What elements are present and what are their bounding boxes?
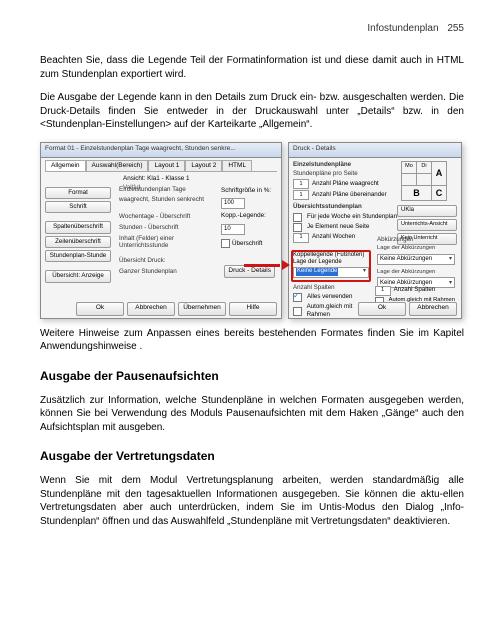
schrift-button[interactable]: Schrift [45,201,111,213]
format-dialog: Format 01 - Einzelstundenplan Tage waagr… [40,142,282,319]
cancel-button-left[interactable]: Abbrechen [127,302,175,316]
anzahl-spalten-label: Anzahl Spalten [293,284,373,292]
tab-auswahl[interactable]: Auswahl(Bereich) [86,160,149,172]
ok-button-right[interactable]: Ok [358,302,406,316]
alles-verwenden-label: Alles verwenden [307,293,352,301]
tab-layout1[interactable]: Layout 1 [148,160,185,172]
paragraph-4: Zusätzlich zur Information, welche Stund… [40,394,464,435]
heading-vertretungsdaten: Ausgabe der Vertretungsdaten [40,448,464,464]
page-header: Infostundenplan 255 [367,22,464,36]
anzahl-senkrecht-input[interactable]: 1 [293,190,309,200]
ganzer-stundenplan-label: Ganzer Stundenplan [119,269,217,276]
lage-legende-label: Lage der Legende [293,259,371,267]
lage-abk-label: Lage der Abkürzungen [377,245,457,253]
jede-woche-checkbox[interactable] [293,213,302,222]
abkuerzungen-label: Abkürzungen [377,236,457,244]
stunden-label: Stunden - Überschrift [119,225,217,232]
je-element-label: Je Element neue Seite [307,223,369,231]
paragraph-3: Weitere Hinweise zum Anpassen eines bere… [40,327,464,354]
preview-label: Ansicht: Kla1 - Klasse 1 [123,175,277,184]
druck-details-dialog: Druck - Details MoDiA BC Einzelstundenpl… [288,142,462,319]
uebersicht-druck-label: Übersicht Druck: [119,258,217,265]
layout-preview-grid: MoDiA BC [401,161,457,201]
tab-layout2[interactable]: Layout 2 [185,160,222,172]
spaltenueberschrift-button[interactable]: Spaltenüberschrift [45,221,111,233]
kopp-legende-label: Kopp.-Legende: [221,212,275,221]
page-number: 255 [447,23,464,34]
tab-html[interactable]: HTML [222,160,252,172]
zeilenueberschrift-button[interactable]: Zeilenüberschrift [45,236,111,248]
anzahl-senkrecht-label: Anzahl Pläne übereinander [312,191,387,199]
alles-verwenden-checkbox[interactable] [293,293,302,302]
koppellegende-group-label: Koppellegende (Fußnoten) [293,252,371,260]
anzahl-wochen-label: Anzahl Wochen [312,233,355,241]
unterrichts-ansicht-button[interactable]: Unterrichts-Ansicht [397,219,457,231]
help-button[interactable]: Hilfe [229,302,277,316]
format-name-line2: waagrecht, Stunden senkrecht [119,197,217,204]
lage-legende-dropdown[interactable]: Keine Legende [293,267,369,278]
kopp-legende-spinner[interactable]: 10 [221,224,245,235]
screenshot-figure: Format 01 - Einzelstundenplan Tage waagr… [40,142,460,317]
lage-abk-label2: Lage der Abkürzungen [377,269,457,277]
paragraph-5: Wenn Sie mit dem Modul Vertretungsplanun… [40,474,464,528]
paragraph-2: Die Ausgabe der Legende kann in den Deta… [40,91,464,132]
anzahl-spalten-label2: Anzahl Spalten [394,286,436,294]
je-element-checkbox[interactable] [293,223,302,232]
format-tabstrip: Allgemein Auswahl(Bereich) Layout 1 Layo… [45,160,277,173]
jede-woche-label: Für jede Woche ein Stundenplan [307,213,397,221]
schriftgroesse-spinner[interactable]: 100 [221,198,245,209]
section-title: Infostundenplan [367,23,438,34]
tab-allgemein[interactable]: Allgemein [45,160,86,172]
format-name-line1: Einzelstundenplan Tage [119,187,217,194]
cancel-button-right[interactable]: Abbrechen [409,302,457,316]
arrow-annotation [244,260,290,270]
anzahl-waagrecht-label: Anzahl Pläne waagrecht [312,180,379,188]
anzahl-wochen-input[interactable]: 1 [293,233,309,243]
ukla-button[interactable]: UKla [397,205,457,217]
heading-pausenaufsichten: Ausgabe der Pausenaufsichten [40,368,464,384]
druck-details-title: Druck - Details [289,143,461,158]
format-dialog-title: Format 01 - Einzelstundenplan Tage waagr… [41,143,281,158]
anzahl-waagrecht-input[interactable]: 1 [293,179,309,189]
schriftgroesse-label: Schriftgröße in %: [221,187,275,196]
ok-button-left[interactable]: Ok [76,302,124,316]
ueberschrift-label: Überschrift [232,240,262,247]
uebersicht-anzeige-button[interactable]: Übersicht: Anzeige [45,270,111,282]
inhalt-label: Inhalt (Felder) einer Unterrichtsstunde [119,236,217,250]
anzahl-spalten-input[interactable]: 1 [375,286,391,296]
abk-dropdown[interactable]: Keine Abkürzungen [377,254,455,265]
format-button[interactable]: Format [45,187,111,199]
stundenplanstunde-button[interactable]: Stundenplan-Stunde [45,250,111,262]
apply-button[interactable]: Übernehmen [178,302,226,316]
paragraph-1: Beachten Sie, dass die Legende Teil der … [40,54,464,81]
ueberschrift-checkbox[interactable] [221,239,230,248]
wochentage-label: Wochentage - Überschrift [119,214,217,221]
